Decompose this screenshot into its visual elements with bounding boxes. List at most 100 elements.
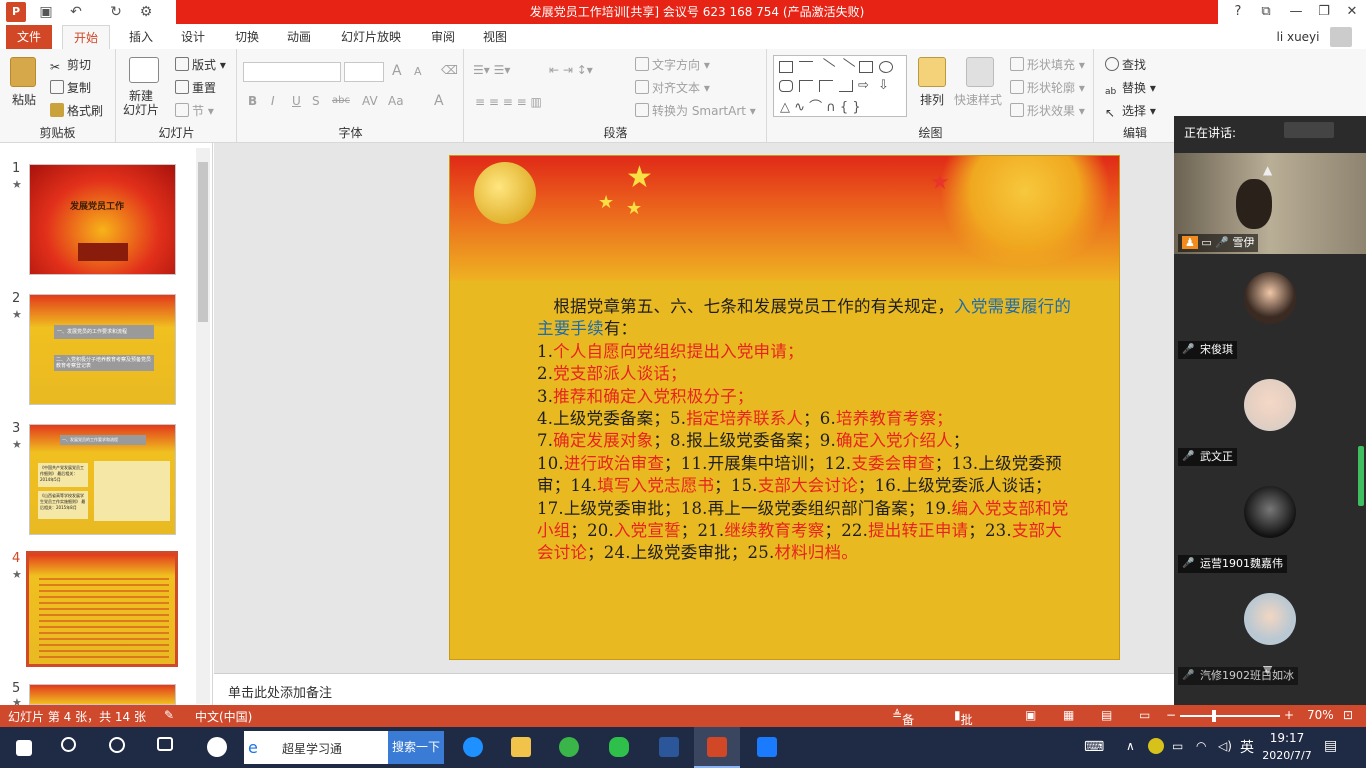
ime-indicator[interactable]: 英 <box>1240 737 1254 757</box>
italic-button[interactable]: I <box>271 94 275 108</box>
taskbar-wechat[interactable] <box>596 727 642 768</box>
quick-styles-button[interactable]: 快速样式 <box>954 91 1002 108</box>
slideshow-icon[interactable]: ▭ <box>1139 708 1150 722</box>
participant-tile[interactable]: ▼ 🎤汽修1902班白如冰 <box>1174 575 1366 705</box>
shape-fill-button[interactable]: 形状填充 ▾ <box>1010 56 1085 73</box>
clock-date[interactable]: 2020/7/7 <box>1258 749 1316 762</box>
wifi-icon[interactable]: ◠ <box>1196 739 1206 753</box>
tab-insert[interactable]: 插入 <box>118 25 164 49</box>
shrink-font-button[interactable]: A <box>414 65 422 78</box>
slide-sorter-icon[interactable]: ▦ <box>1063 708 1074 722</box>
find-button[interactable]: 查找 <box>1105 56 1146 73</box>
taskbar-word[interactable] <box>646 727 692 768</box>
new-slide-button[interactable]: 新建 幻灯片 <box>123 89 159 117</box>
customize-toolbar-icon[interactable]: ⚙ <box>137 3 155 21</box>
search-button[interactable] <box>48 727 94 768</box>
spell-check-icon[interactable]: ✎ <box>164 708 174 722</box>
font-family-select[interactable] <box>243 62 341 82</box>
task-view-button[interactable] <box>144 727 190 768</box>
shadow-button[interactable]: S <box>312 94 320 108</box>
normal-view-icon[interactable]: ▣ <box>1025 708 1036 722</box>
text-direction-button[interactable]: 文字方向 ▾ <box>635 56 710 73</box>
diagonal-line-icon[interactable] <box>816 58 836 76</box>
paste-button[interactable]: 粘贴 <box>12 91 36 108</box>
battery-icon[interactable]: ▭ <box>1172 739 1183 753</box>
down-arrow-icon[interactable]: ⇩ <box>878 78 889 93</box>
slide-thumbnail-4[interactable] <box>26 551 178 667</box>
select-button[interactable]: ↖ 选择 ▾ <box>1105 102 1156 120</box>
connector-icon[interactable] <box>839 80 853 92</box>
notifications-icon[interactable]: ▤ <box>1324 738 1337 754</box>
reading-view-icon[interactable]: ▤ <box>1101 708 1112 722</box>
section-button[interactable]: 节 ▾ <box>175 102 214 119</box>
user-avatar[interactable] <box>1330 27 1352 47</box>
tab-animations[interactable]: 动画 <box>276 25 322 49</box>
close-button[interactable]: ✕ <box>1340 2 1364 22</box>
line-shape-icon[interactable] <box>799 61 813 73</box>
zoom-level[interactable]: 70% <box>1307 708 1334 722</box>
bold-button[interactable]: B <box>248 94 257 108</box>
participant-tile[interactable]: ▲ ♟ ▭ 🎤 雪伊 <box>1174 153 1366 254</box>
thumbnails-scrollbar[interactable] <box>196 148 210 704</box>
save-icon[interactable]: ▣ <box>37 3 55 21</box>
meeting-scrollbar[interactable] <box>1358 446 1364 506</box>
taskbar-360[interactable] <box>546 727 592 768</box>
slide-thumbnail-3[interactable]: 一、发展党员的工作要求和流程 《中国共产党发展党员工作细则》 最后相关：2014… <box>29 424 176 535</box>
align-text-button[interactable]: 对齐文本 ▾ <box>635 79 710 96</box>
cut-button[interactable]: ✂ 剪切 <box>50 56 91 74</box>
elbow-icon[interactable] <box>799 80 813 92</box>
volume-icon[interactable]: ◁) <box>1218 739 1232 753</box>
slide-thumbnail-5[interactable] <box>29 684 176 705</box>
arrow-line-icon[interactable] <box>836 58 856 76</box>
right-arrow-icon[interactable]: ⇨ <box>858 78 869 93</box>
format-painter-button[interactable]: 格式刷 <box>50 102 103 119</box>
help-button[interactable]: ? <box>1226 2 1250 22</box>
smartart-button[interactable]: 转换为 SmartArt ▾ <box>635 102 756 119</box>
change-case-button[interactable]: Aa <box>388 94 404 108</box>
slide-thumbnail-2[interactable]: 一、发展党员的工作要求和流程 二、入党积极分子培养教育考察及预备党员教育考察登记… <box>29 294 176 405</box>
slide-thumbnail-1[interactable]: 发展党员工作 <box>29 164 176 275</box>
notes-toggle[interactable]: ≜ 备注 <box>892 708 914 744</box>
tray-app-icon[interactable] <box>1148 738 1164 754</box>
taskbar-powerpoint[interactable] <box>694 727 740 768</box>
tab-design[interactable]: 设计 <box>170 25 216 49</box>
search-box[interactable]: e 超星学习通 <box>244 731 388 764</box>
shape-effects-button[interactable]: 形状效果 ▾ <box>1010 102 1085 119</box>
rectangle-icon[interactable] <box>859 61 873 73</box>
zoom-in-button[interactable]: + <box>1284 708 1294 722</box>
taskbar-edge[interactable] <box>450 727 496 768</box>
fit-to-window-icon[interactable]: ⊡ <box>1343 708 1353 722</box>
tab-view[interactable]: 视图 <box>472 25 518 49</box>
zoom-out-button[interactable]: − <box>1166 708 1176 722</box>
arrange-button[interactable]: 排列 <box>920 91 944 108</box>
language-indicator[interactable]: 中文(中国) <box>195 708 252 725</box>
redo-icon[interactable]: ↻ <box>107 3 125 21</box>
font-size-select[interactable] <box>344 62 384 82</box>
layout-button[interactable]: 版式 ▾ <box>175 56 226 73</box>
taskbar-explorer[interactable] <box>498 727 544 768</box>
indent-icon[interactable]: ⇤ ⇥ ↕▾ <box>549 63 593 77</box>
font-color-button[interactable]: A <box>434 93 444 109</box>
notes-pane[interactable]: 单击此处添加备注 <box>214 673 1174 705</box>
current-slide[interactable]: ★ ★ ★ ★ 根据党章第五、六、七条和发展党员工作的有关规定，入党需要履行的主… <box>449 155 1120 660</box>
tab-slideshow[interactable]: 幻灯片放映 <box>334 25 408 49</box>
zoom-slider-thumb[interactable] <box>1212 710 1216 722</box>
minimize-button[interactable]: — <box>1284 2 1308 22</box>
shapes-gallery[interactable]: ⇨ ⇩ △ ∿ ⌒ ∩ { } <box>773 55 907 117</box>
tray-expand-icon[interactable]: ∧ <box>1126 739 1135 753</box>
restore-button[interactable]: ❐ <box>1312 2 1336 22</box>
bullets-icon[interactable]: ☰▾ ☰▾ <box>473 63 510 77</box>
tab-transitions[interactable]: 切换 <box>224 25 270 49</box>
scrollbar-thumb[interactable] <box>198 162 208 322</box>
rect-shape-icon[interactable] <box>779 61 793 73</box>
participant-tile[interactable]: 🎤 宋俊琪 <box>1174 254 1366 361</box>
participant-tile[interactable]: 🎤 武文正 <box>1174 361 1366 468</box>
char-spacing-icon[interactable]: AV <box>362 94 378 108</box>
start-button[interactable] <box>0 727 46 768</box>
zoom-slider[interactable] <box>1180 715 1280 717</box>
user-name[interactable]: li xueyi <box>1268 25 1328 49</box>
elbow-arrow-icon[interactable] <box>819 80 833 92</box>
strikethrough-button[interactable]: abc <box>332 95 350 106</box>
clock-time[interactable]: 19:17 <box>1264 731 1310 745</box>
cortana-button[interactable] <box>96 727 142 768</box>
